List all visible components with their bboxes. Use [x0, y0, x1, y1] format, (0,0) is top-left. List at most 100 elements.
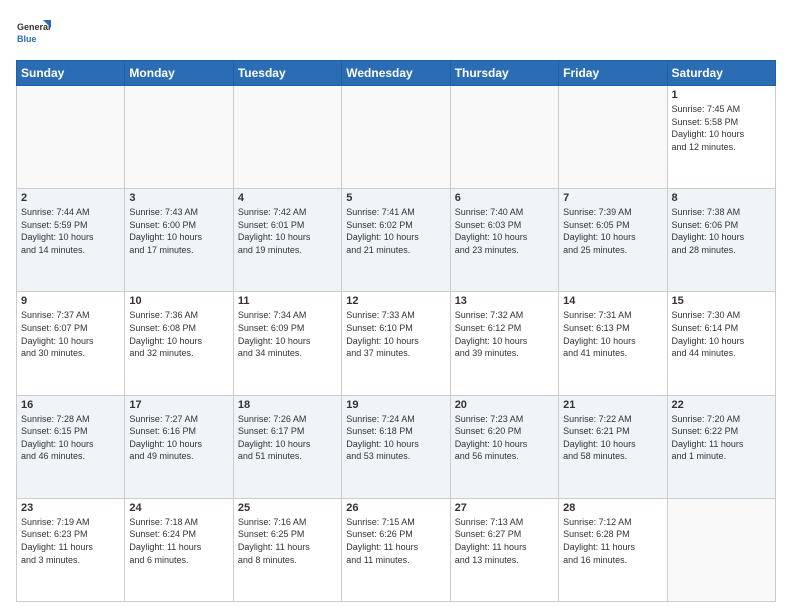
day-header-saturday: Saturday — [667, 61, 775, 86]
day-number: 11 — [238, 295, 337, 307]
day-info: Sunrise: 7:41 AM Sunset: 6:02 PM Dayligh… — [346, 206, 445, 256]
day-info: Sunrise: 7:28 AM Sunset: 6:15 PM Dayligh… — [21, 413, 120, 463]
page: General Blue SundayMondayTuesdayWednesda… — [0, 0, 792, 612]
calendar-cell: 11 Sunrise: 7:34 AM Sunset: 6:09 PM Dayli… — [233, 292, 341, 395]
calendar-week-2: 2 Sunrise: 7:44 AM Sunset: 5:59 PM Daylig… — [17, 189, 776, 292]
calendar-cell: 13 Sunrise: 7:32 AM Sunset: 6:12 PM Dayli… — [450, 292, 558, 395]
day-number: 13 — [455, 295, 554, 307]
calendar-cell — [450, 86, 558, 189]
calendar-cell: 23 Sunrise: 7:19 AM Sunset: 6:23 PM Dayli… — [17, 498, 125, 601]
calendar-week-3: 9 Sunrise: 7:37 AM Sunset: 6:07 PM Daylig… — [17, 292, 776, 395]
day-number: 9 — [21, 295, 120, 307]
calendar-cell: 15 Sunrise: 7:30 AM Sunset: 6:14 PM Dayli… — [667, 292, 775, 395]
day-info: Sunrise: 7:32 AM Sunset: 6:12 PM Dayligh… — [455, 309, 554, 359]
day-info: Sunrise: 7:18 AM Sunset: 6:24 PM Dayligh… — [129, 516, 228, 566]
calendar-week-1: 1 Sunrise: 7:45 AM Sunset: 5:58 PM Daylig… — [17, 86, 776, 189]
calendar-cell — [559, 86, 667, 189]
day-info: Sunrise: 7:38 AM Sunset: 6:06 PM Dayligh… — [672, 206, 771, 256]
calendar-cell: 2 Sunrise: 7:44 AM Sunset: 5:59 PM Daylig… — [17, 189, 125, 292]
day-info: Sunrise: 7:33 AM Sunset: 6:10 PM Dayligh… — [346, 309, 445, 359]
day-header-sunday: Sunday — [17, 61, 125, 86]
day-info: Sunrise: 7:15 AM Sunset: 6:26 PM Dayligh… — [346, 516, 445, 566]
calendar-cell: 14 Sunrise: 7:31 AM Sunset: 6:13 PM Dayli… — [559, 292, 667, 395]
calendar-cell: 21Sunrise: 7:22 AM Sunset: 6:21 PM Dayli… — [559, 395, 667, 498]
day-number: 19 — [346, 399, 445, 411]
day-header-friday: Friday — [559, 61, 667, 86]
day-number: 23 — [21, 502, 120, 514]
day-info: Sunrise: 7:13 AM Sunset: 6:27 PM Dayligh… — [455, 516, 554, 566]
day-info: Sunrise: 7:20 AM Sunset: 6:22 PM Dayligh… — [672, 413, 771, 463]
calendar-cell — [667, 498, 775, 601]
day-info: Sunrise: 7:44 AM Sunset: 5:59 PM Dayligh… — [21, 206, 120, 256]
calendar-cell: 27Sunrise: 7:13 AM Sunset: 6:27 PM Dayli… — [450, 498, 558, 601]
calendar-cell — [17, 86, 125, 189]
calendar-cell: 1 Sunrise: 7:45 AM Sunset: 5:58 PM Daylig… — [667, 86, 775, 189]
svg-text:Blue: Blue — [17, 34, 37, 44]
day-number: 12 — [346, 295, 445, 307]
calendar-cell: 9 Sunrise: 7:37 AM Sunset: 6:07 PM Daylig… — [17, 292, 125, 395]
day-info: Sunrise: 7:12 AM Sunset: 6:28 PM Dayligh… — [563, 516, 662, 566]
day-number: 15 — [672, 295, 771, 307]
calendar-week-4: 16 Sunrise: 7:28 AM Sunset: 6:15 PM Dayli… — [17, 395, 776, 498]
day-header-monday: Monday — [125, 61, 233, 86]
day-number: 24 — [129, 502, 228, 514]
day-number: 21 — [563, 399, 662, 411]
day-info: Sunrise: 7:34 AM Sunset: 6:09 PM Dayligh… — [238, 309, 337, 359]
day-info: Sunrise: 7:40 AM Sunset: 6:03 PM Dayligh… — [455, 206, 554, 256]
day-info: Sunrise: 7:16 AM Sunset: 6:25 PM Dayligh… — [238, 516, 337, 566]
day-info: Sunrise: 7:26 AM Sunset: 6:17 PM Dayligh… — [238, 413, 337, 463]
calendar-week-5: 23 Sunrise: 7:19 AM Sunset: 6:23 PM Dayli… — [17, 498, 776, 601]
calendar-cell: 22 Sunrise: 7:20 AM Sunset: 6:22 PM Dayli… — [667, 395, 775, 498]
day-header-tuesday: Tuesday — [233, 61, 341, 86]
calendar-cell: 28Sunrise: 7:12 AM Sunset: 6:28 PM Dayli… — [559, 498, 667, 601]
svg-text:General: General — [17, 22, 51, 32]
day-number: 14 — [563, 295, 662, 307]
calendar-cell — [342, 86, 450, 189]
calendar-table: SundayMondayTuesdayWednesdayThursdayFrid… — [16, 60, 776, 602]
calendar-cell: 5 Sunrise: 7:41 AM Sunset: 6:02 PM Daylig… — [342, 189, 450, 292]
calendar-cell — [233, 86, 341, 189]
day-info: Sunrise: 7:23 AM Sunset: 6:20 PM Dayligh… — [455, 413, 554, 463]
logo: General Blue — [16, 16, 52, 52]
day-number: 18 — [238, 399, 337, 411]
day-info: Sunrise: 7:36 AM Sunset: 6:08 PM Dayligh… — [129, 309, 228, 359]
calendar-cell — [125, 86, 233, 189]
day-info: Sunrise: 7:31 AM Sunset: 6:13 PM Dayligh… — [563, 309, 662, 359]
calendar-cell: 26 Sunrise: 7:15 AM Sunset: 6:26 PM Dayli… — [342, 498, 450, 601]
day-number: 22 — [672, 399, 771, 411]
calendar-cell: 25 Sunrise: 7:16 AM Sunset: 6:25 PM Dayli… — [233, 498, 341, 601]
day-number: 1 — [672, 89, 771, 101]
calendar-cell: 10 Sunrise: 7:36 AM Sunset: 6:08 PM Dayli… — [125, 292, 233, 395]
day-number: 3 — [129, 192, 228, 204]
day-info: Sunrise: 7:42 AM Sunset: 6:01 PM Dayligh… — [238, 206, 337, 256]
day-number: 5 — [346, 192, 445, 204]
day-header-thursday: Thursday — [450, 61, 558, 86]
day-number: 16 — [21, 399, 120, 411]
day-info: Sunrise: 7:45 AM Sunset: 5:58 PM Dayligh… — [672, 103, 771, 153]
day-number: 26 — [346, 502, 445, 514]
day-info: Sunrise: 7:27 AM Sunset: 6:16 PM Dayligh… — [129, 413, 228, 463]
calendar-cell: 24 Sunrise: 7:18 AM Sunset: 6:24 PM Dayli… — [125, 498, 233, 601]
calendar-cell: 8 Sunrise: 7:38 AM Sunset: 6:06 PM Daylig… — [667, 189, 775, 292]
day-info: Sunrise: 7:30 AM Sunset: 6:14 PM Dayligh… — [672, 309, 771, 359]
day-number: 8 — [672, 192, 771, 204]
calendar-cell: 3Sunrise: 7:43 AM Sunset: 6:00 PM Daylig… — [125, 189, 233, 292]
calendar-cell: 18 Sunrise: 7:26 AM Sunset: 6:17 PM Dayli… — [233, 395, 341, 498]
day-info: Sunrise: 7:24 AM Sunset: 6:18 PM Dayligh… — [346, 413, 445, 463]
calendar-header-row: SundayMondayTuesdayWednesdayThursdayFrid… — [17, 61, 776, 86]
day-number: 4 — [238, 192, 337, 204]
day-info: Sunrise: 7:37 AM Sunset: 6:07 PM Dayligh… — [21, 309, 120, 359]
day-number: 20 — [455, 399, 554, 411]
day-number: 2 — [21, 192, 120, 204]
day-header-wednesday: Wednesday — [342, 61, 450, 86]
calendar-cell: 12 Sunrise: 7:33 AM Sunset: 6:10 PM Dayli… — [342, 292, 450, 395]
calendar-cell: 20 Sunrise: 7:23 AM Sunset: 6:20 PM Dayli… — [450, 395, 558, 498]
calendar-cell: 7Sunrise: 7:39 AM Sunset: 6:05 PM Daylig… — [559, 189, 667, 292]
day-number: 7 — [563, 192, 662, 204]
calendar-cell: 16 Sunrise: 7:28 AM Sunset: 6:15 PM Dayli… — [17, 395, 125, 498]
day-info: Sunrise: 7:19 AM Sunset: 6:23 PM Dayligh… — [21, 516, 120, 566]
day-number: 6 — [455, 192, 554, 204]
day-number: 25 — [238, 502, 337, 514]
day-number: 17 — [129, 399, 228, 411]
day-number: 10 — [129, 295, 228, 307]
